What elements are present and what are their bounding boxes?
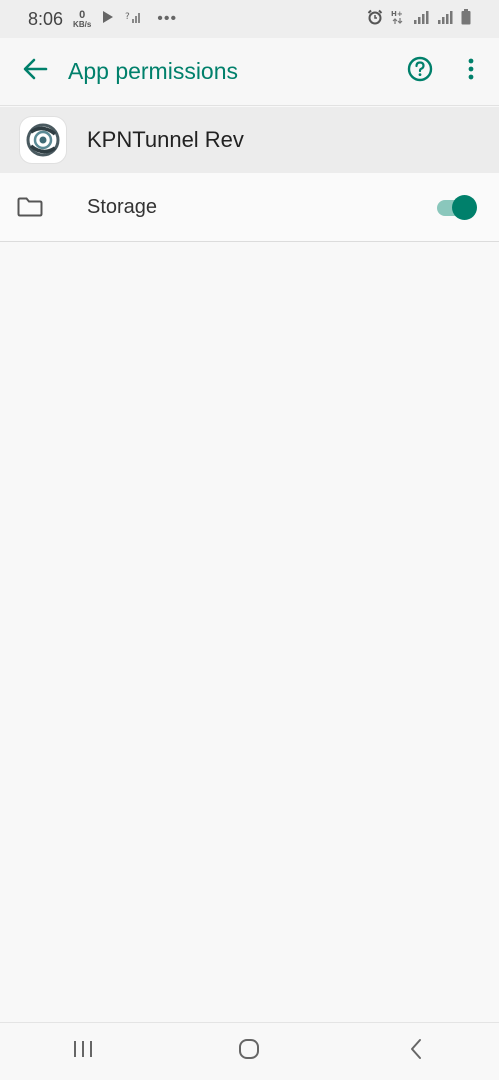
help-icon	[407, 56, 433, 87]
back-nav-button[interactable]	[386, 1032, 446, 1072]
toggle-thumb	[452, 195, 477, 220]
help-button[interactable]	[402, 54, 438, 90]
alarm-icon	[367, 9, 383, 30]
recent-apps-button[interactable]	[53, 1032, 113, 1072]
storage-toggle[interactable]	[437, 195, 477, 220]
app-icon	[20, 117, 66, 163]
net-speed-value: 0	[79, 8, 86, 21]
status-right: H+	[367, 8, 471, 30]
home-icon	[238, 1038, 260, 1065]
more-vert-icon	[468, 58, 474, 85]
net-speed-indicator: 0 KB/s	[73, 8, 92, 29]
app-bar: App permissions	[0, 38, 499, 106]
notification-overflow: •••	[157, 10, 178, 27]
folder-icon	[16, 195, 44, 219]
no-signal-icon: ?	[125, 10, 141, 29]
arrow-back-icon	[22, 57, 48, 86]
svg-text:?: ?	[125, 12, 130, 22]
home-button[interactable]	[219, 1032, 279, 1072]
app-header: KPNTunnel Rev	[0, 107, 499, 173]
more-options-button[interactable]	[453, 54, 489, 90]
status-left: 8:06 0 KB/s ? •••	[28, 9, 177, 30]
app-name: KPNTunnel Rev	[87, 127, 244, 152]
svg-text:H+: H+	[391, 10, 403, 18]
permission-row-storage[interactable]: Storage	[0, 173, 499, 242]
permission-label: Storage	[87, 195, 158, 218]
system-nav-bar	[0, 1022, 499, 1080]
battery-icon	[461, 8, 471, 30]
back-button[interactable]	[17, 54, 53, 90]
play-store-icon	[101, 10, 115, 29]
status-bar: 8:06 0 KB/s ? ••• H+	[0, 0, 499, 38]
page-title: App permissions	[68, 58, 239, 84]
chevron-left-icon	[408, 1038, 424, 1065]
recent-apps-icon	[72, 1039, 94, 1064]
status-time: 8:06	[28, 8, 64, 29]
kpntunnel-logo-icon	[26, 123, 60, 157]
signal-strength-icon	[413, 10, 429, 29]
net-speed-unit: KB/s	[73, 19, 92, 29]
signal-strength-2-icon	[437, 10, 453, 29]
hplus-data-icon: H+	[391, 9, 405, 30]
